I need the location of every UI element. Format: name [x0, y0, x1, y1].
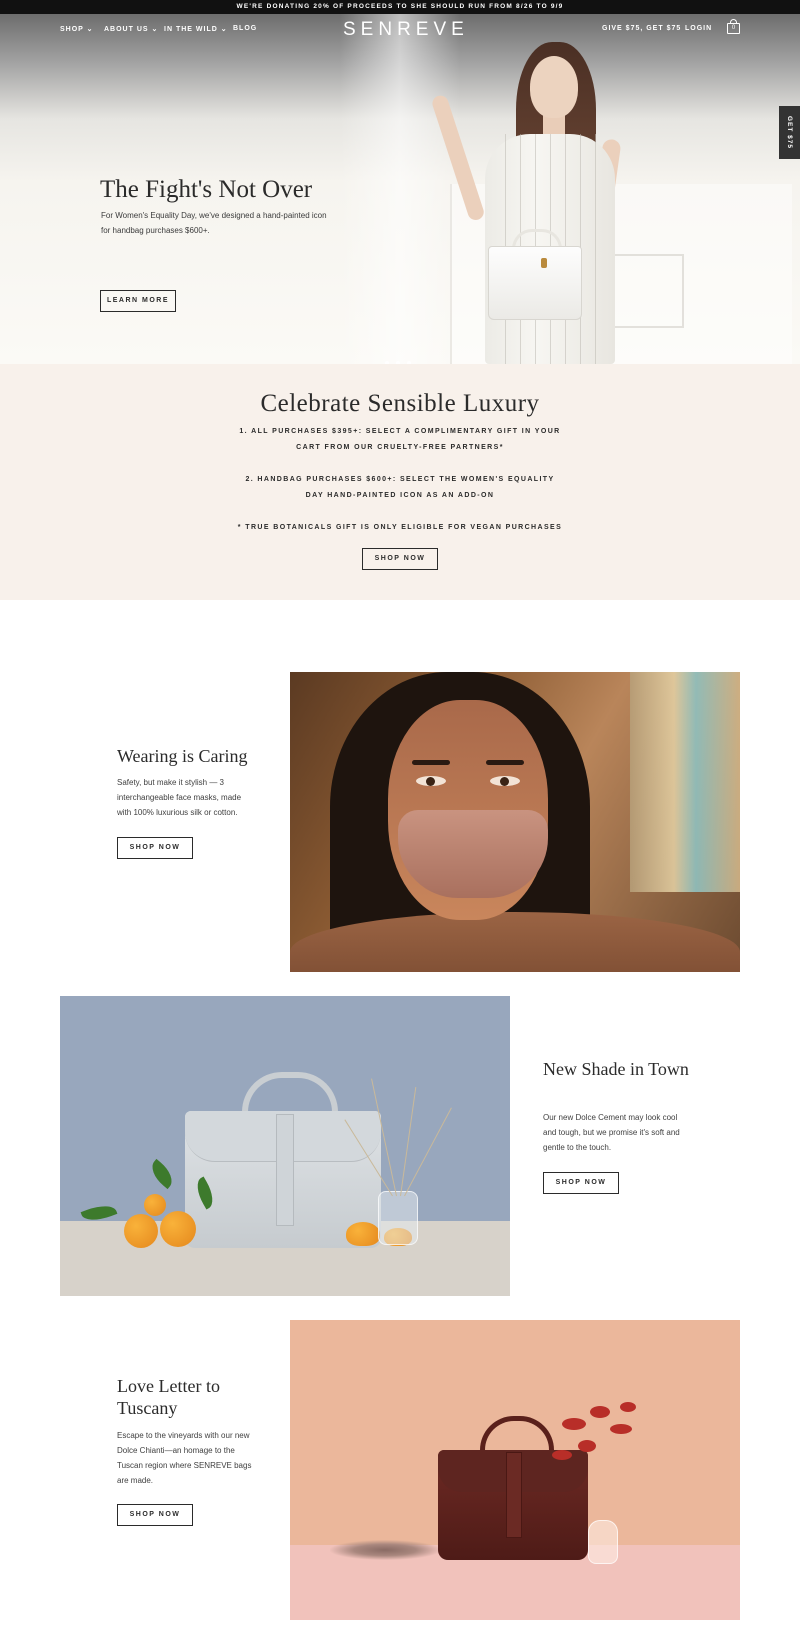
chevron-down-icon: ⌄: [220, 26, 228, 33]
cart-count: 0: [731, 25, 736, 31]
feature-3-text: Escape to the vineyards with our new Dol…: [117, 1431, 252, 1485]
promo-shop-now-button[interactable]: SHOP NOW: [362, 548, 438, 570]
chevron-down-icon: ⌄: [151, 26, 159, 33]
face-mask: [398, 810, 548, 898]
nav-about-us[interactable]: ABOUT US ⌄: [104, 25, 158, 33]
dolce-cement-bag-image[interactable]: [60, 996, 510, 1296]
chevron-down-icon: ⌄: [86, 26, 94, 33]
hero-description: For Women's Equality Day, we've designed…: [101, 211, 327, 235]
promo-note: * TRUE BOTANICALS GIFT IS ONLY ELIGIBLE …: [237, 524, 563, 531]
nav-shop[interactable]: SHOP ⌄: [60, 25, 94, 33]
feature-2-text: Our new Dolce Cement may look cool and t…: [543, 1113, 680, 1152]
hero-title: The Fight's Not Over: [100, 176, 313, 203]
main-navigation: SHOP ⌄ ABOUT US ⌄ IN THE WILD ⌄ BLOG SEN…: [0, 14, 800, 44]
dolce-chianti-bag-image[interactable]: [290, 1320, 740, 1620]
face-mask-image[interactable]: [290, 672, 740, 972]
get-75-side-tab[interactable]: GET $75: [779, 106, 800, 159]
login-link[interactable]: LOGIN: [685, 25, 712, 32]
promo-line-1a: 1. ALL PURCHASES $395+: SELECT A COMPLIM…: [239, 428, 561, 435]
shopping-bag-icon[interactable]: 0: [727, 19, 740, 34]
feature-1-shop-now-button[interactable]: SHOP NOW: [117, 837, 193, 859]
feature-2-shop-now-button[interactable]: SHOP NOW: [543, 1172, 619, 1194]
promo-line-2b: DAY HAND-PAINTED ICON AS AN ADD-ON: [305, 492, 495, 499]
feature-3-title: Love Letter to Tuscany: [117, 1376, 220, 1418]
promo-banner[interactable]: WE'RE DONATING 20% OF PROCEEDS TO SHE SH…: [0, 0, 800, 14]
feature-2-title: New Shade in Town: [543, 1059, 689, 1079]
nav-blog[interactable]: BLOG: [233, 25, 257, 32]
hero-section: The Fight's Not Over For Women's Equalit…: [0, 14, 800, 364]
hero-window-light: [340, 14, 460, 364]
promo-title: Celebrate Sensible Luxury: [260, 390, 540, 417]
feature-1-title: Wearing is Caring: [117, 746, 248, 766]
promo-section: Celebrate Sensible Luxury 1. ALL PURCHAS…: [0, 364, 800, 600]
nav-in-the-wild[interactable]: IN THE WILD ⌄: [164, 25, 228, 33]
feature-3-shop-now-button[interactable]: SHOP NOW: [117, 1504, 193, 1526]
promo-line-2a: 2. HANDBAG PURCHASES $600+: SELECT THE W…: [245, 476, 555, 483]
hero-handbag: [488, 246, 582, 320]
give-get-link[interactable]: GIVE $75, GET $75: [602, 25, 681, 32]
nav-shop-label: SHOP: [60, 26, 84, 33]
promo-line-1b: CART FROM OUR CRUELTY-FREE PARTNERS*: [296, 444, 504, 451]
senreve-logo[interactable]: SENREVE: [343, 19, 464, 41]
feature-1-text: Safety, but make it stylish — 3 intercha…: [117, 778, 242, 817]
hand-painted-icon: [541, 258, 547, 268]
hero-carousel-dots: [385, 352, 418, 364]
nav-about-label: ABOUT US: [104, 26, 149, 33]
nav-wild-label: IN THE WILD: [164, 26, 218, 33]
learn-more-button[interactable]: LEARN MORE: [100, 290, 176, 312]
